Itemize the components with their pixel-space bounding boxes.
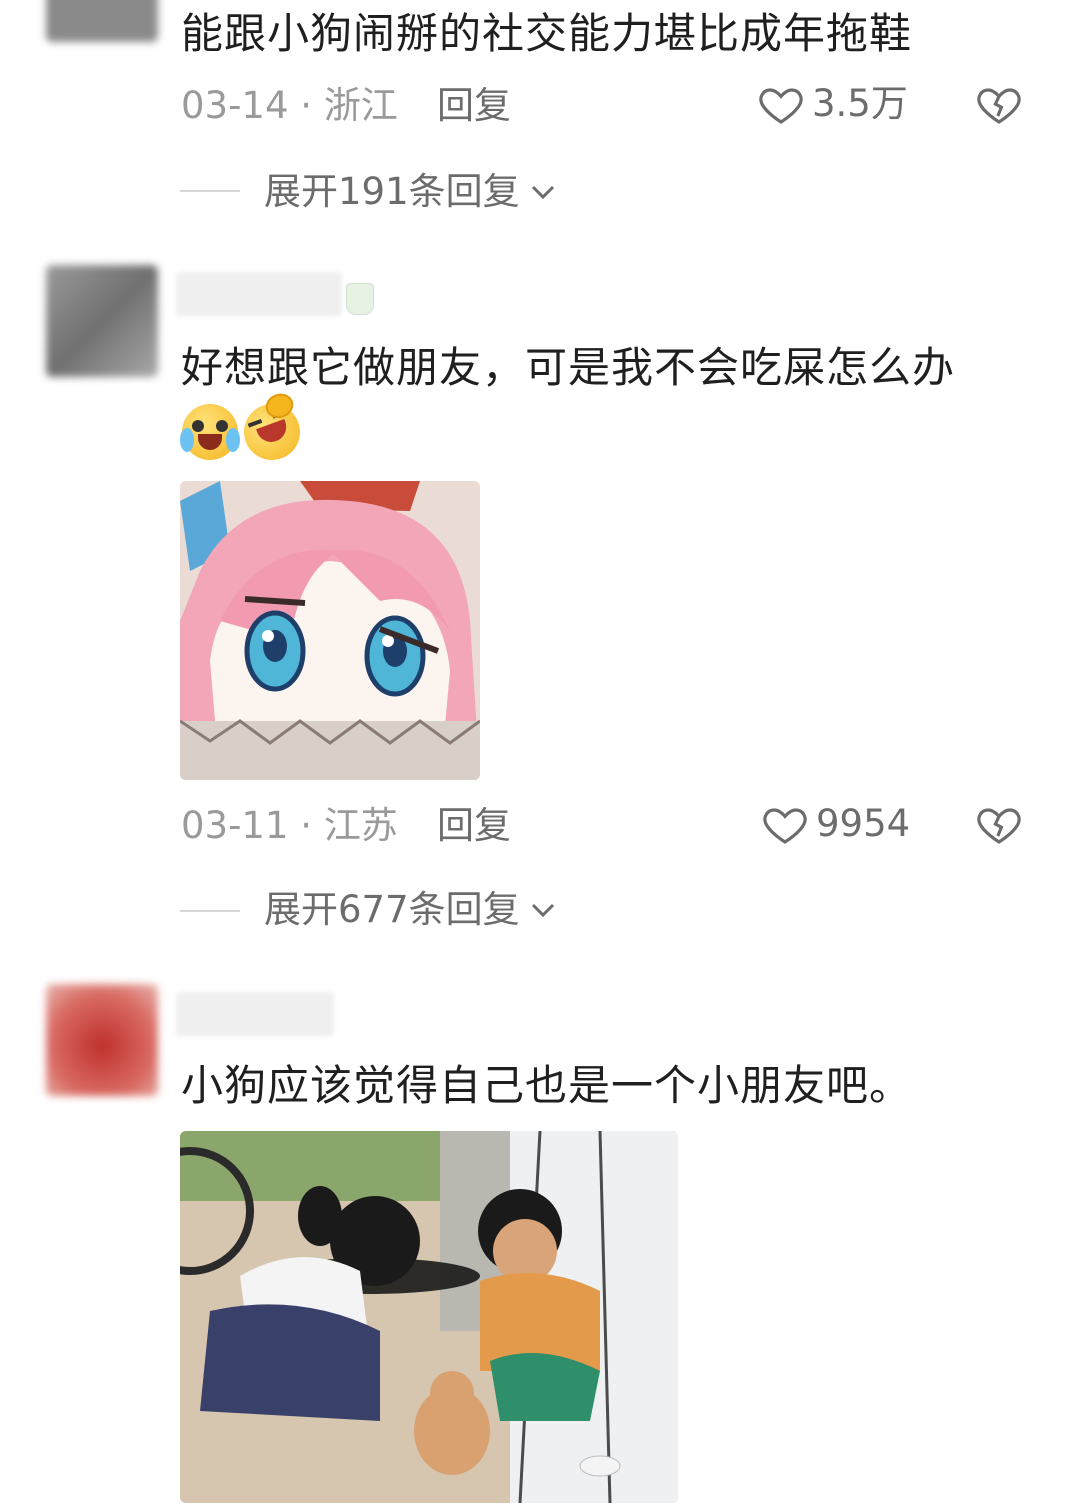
chevron-down-icon	[531, 185, 554, 200]
expand-replies-button[interactable]: 展开677条回复	[264, 888, 558, 932]
chevron-down-icon	[531, 903, 554, 918]
comment-meta: 03-14 · 浙江	[181, 84, 398, 128]
emoji-row	[180, 389, 308, 468]
comment-text: 能跟小狗闹掰的社交能力堪比成年拖鞋	[181, 9, 913, 58]
avatar[interactable]	[46, 0, 158, 42]
heart-icon	[759, 88, 803, 124]
meta-separator: ·	[300, 804, 324, 847]
children-puppy-photo	[180, 1131, 678, 1503]
heart-icon	[763, 808, 807, 844]
badge-icon	[346, 283, 374, 315]
like-button[interactable]: 3.5万	[756, 80, 908, 128]
avatar[interactable]	[46, 984, 158, 1096]
comment-location: 江苏	[323, 804, 398, 847]
comment-location: 浙江	[323, 84, 398, 127]
like-count: 3.5万	[812, 82, 908, 125]
avatar[interactable]	[46, 265, 158, 377]
expand-replies-label: 展开677条回复	[264, 888, 520, 931]
comment-text: 好想跟它做朋友，可是我不会吃屎怎么办	[181, 343, 956, 392]
comment-image[interactable]	[180, 481, 480, 780]
comment-meta: 03-11 · 江苏	[181, 804, 398, 848]
comment-text: 小狗应该觉得自己也是一个小朋友吧。	[181, 1061, 913, 1110]
like-count: 9954	[816, 802, 911, 845]
broken-heart-icon	[977, 808, 1021, 844]
expand-replies-label: 展开191条回复	[264, 170, 520, 213]
rofl-emoji	[236, 389, 308, 468]
username[interactable]	[176, 272, 342, 316]
username[interactable]	[176, 992, 334, 1036]
comment-date: 03-11	[181, 804, 289, 847]
expand-divider	[180, 190, 240, 192]
dislike-button[interactable]	[974, 80, 1024, 128]
dislike-button[interactable]	[974, 800, 1024, 848]
reply-button[interactable]: 回复	[437, 804, 511, 848]
crying-laugh-emoji	[180, 404, 240, 460]
meta-separator: ·	[300, 84, 324, 127]
anime-sticker-image	[180, 481, 480, 780]
like-button[interactable]: 9954	[760, 800, 910, 848]
comment-image[interactable]	[180, 1131, 678, 1503]
comment-date: 03-14	[181, 84, 289, 127]
broken-heart-icon	[977, 88, 1021, 124]
expand-replies-button[interactable]: 展开191条回复	[264, 170, 558, 214]
expand-divider	[180, 910, 240, 912]
reply-button[interactable]: 回复	[437, 84, 511, 128]
